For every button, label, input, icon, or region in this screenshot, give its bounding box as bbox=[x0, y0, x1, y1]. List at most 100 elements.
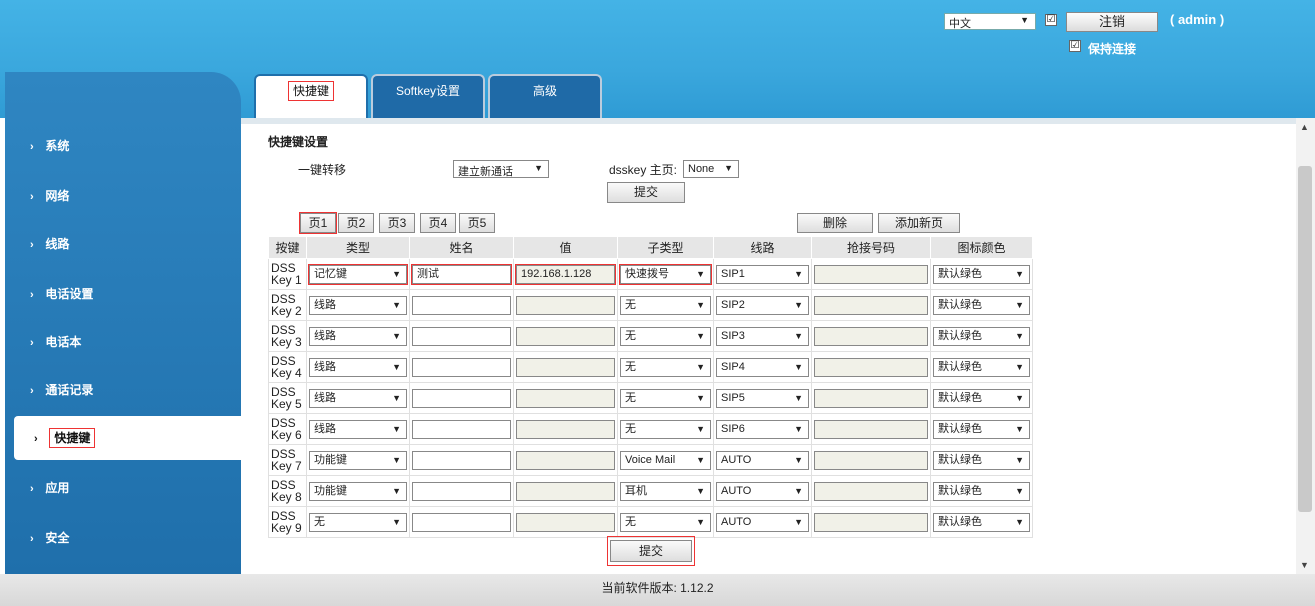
type-select[interactable]: 线路 ▼ bbox=[309, 295, 407, 315]
pickup-input[interactable] bbox=[814, 419, 928, 439]
tab-advanced[interactable]: 高级 bbox=[488, 74, 602, 118]
sidebar-item-system[interactable]: › 系统 bbox=[10, 124, 210, 168]
value-input[interactable] bbox=[516, 388, 615, 408]
type-select[interactable]: 线路 ▼ bbox=[309, 419, 407, 439]
add-page-button[interactable]: 添加新页 bbox=[878, 213, 960, 233]
pickup-input[interactable] bbox=[814, 295, 928, 315]
icon-color-select[interactable]: 默认绿色 ▼ bbox=[933, 450, 1030, 470]
sidebar-item-lines[interactable]: › 线路 bbox=[10, 222, 210, 266]
value-input[interactable] bbox=[516, 450, 615, 470]
name-input[interactable] bbox=[412, 357, 511, 377]
keep-connected-checkbox[interactable]: ☑ bbox=[1069, 40, 1081, 52]
name-input[interactable] bbox=[412, 326, 511, 346]
page-3-button[interactable]: 页3 bbox=[379, 213, 415, 233]
line-select[interactable]: SIP3 ▼ bbox=[716, 326, 809, 346]
sidebar-item-phone-settings[interactable]: › 电话设置 bbox=[10, 272, 210, 316]
sidebar-item-shortcut-keys[interactable]: › 快捷键 bbox=[14, 416, 241, 460]
scroll-down-icon[interactable]: ▼ bbox=[1300, 560, 1309, 570]
subtype-select[interactable]: 无 ▼ bbox=[620, 512, 711, 532]
icon-color-select[interactable]: 默认绿色 ▼ bbox=[933, 264, 1030, 284]
line-select[interactable]: SIP5 ▼ bbox=[716, 388, 809, 408]
tab-softkey-settings[interactable]: Softkey设置 bbox=[371, 74, 485, 118]
value-input[interactable] bbox=[516, 295, 615, 315]
pickup-input[interactable] bbox=[814, 388, 928, 408]
type-select[interactable]: 线路 ▼ bbox=[309, 388, 407, 408]
icon-color-select[interactable]: 默认绿色 ▼ bbox=[933, 388, 1030, 408]
subtype-value: Voice Mail bbox=[625, 453, 676, 466]
icon-color-select[interactable]: 默认绿色 ▼ bbox=[933, 326, 1030, 346]
subtype-select[interactable]: 无 ▼ bbox=[620, 388, 711, 408]
name-input[interactable] bbox=[412, 419, 511, 439]
page-5-button[interactable]: 页5 bbox=[459, 213, 495, 233]
subtype-select[interactable]: 无 ▼ bbox=[620, 326, 711, 346]
value-value: 192.168.1.128 bbox=[521, 267, 592, 280]
line-select[interactable]: AUTO ▼ bbox=[716, 512, 809, 532]
icon-color-select[interactable]: 默认绿色 ▼ bbox=[933, 357, 1030, 377]
scrollbar-thumb[interactable] bbox=[1298, 166, 1312, 512]
pickup-input[interactable] bbox=[814, 481, 928, 501]
subtype-cell: 无 ▼ bbox=[617, 382, 714, 414]
subtype-select[interactable]: 无 ▼ bbox=[620, 357, 711, 377]
icon-color-cell: 默认绿色 ▼ bbox=[930, 258, 1033, 290]
sidebar-item-network[interactable]: › 网络 bbox=[10, 174, 210, 218]
name-input[interactable] bbox=[412, 512, 511, 532]
name-input[interactable] bbox=[412, 481, 511, 501]
subtype-select[interactable]: Voice Mail ▼ bbox=[620, 450, 711, 470]
line-select[interactable]: SIP2 ▼ bbox=[716, 295, 809, 315]
line-cell: SIP5 ▼ bbox=[713, 382, 812, 414]
pickup-input[interactable] bbox=[814, 326, 928, 346]
icon-color-select[interactable]: 默认绿色 ▼ bbox=[933, 295, 1030, 315]
transfer-select[interactable]: 建立新通话 ▼ bbox=[453, 160, 549, 178]
icon-color-select[interactable]: 默认绿色 ▼ bbox=[933, 419, 1030, 439]
top-submit-button[interactable]: 提交 bbox=[607, 182, 685, 203]
name-input[interactable] bbox=[412, 450, 511, 470]
name-input[interactable]: 测试 bbox=[412, 264, 511, 284]
icon-color-select[interactable]: 默认绿色 ▼ bbox=[933, 512, 1030, 532]
header-checkbox[interactable]: ☑ bbox=[1045, 14, 1057, 26]
pickup-input[interactable] bbox=[814, 450, 928, 470]
dsskey-home-select[interactable]: None ▼ bbox=[683, 160, 739, 178]
type-select[interactable]: 线路 ▼ bbox=[309, 326, 407, 346]
type-select[interactable]: 功能键 ▼ bbox=[309, 450, 407, 470]
language-select[interactable]: 中文 ▼ bbox=[944, 13, 1036, 30]
value-input[interactable] bbox=[516, 419, 615, 439]
value-cell bbox=[513, 320, 618, 352]
page-2-button[interactable]: 页2 bbox=[338, 213, 374, 233]
sidebar-item-call-log[interactable]: › 通话记录 bbox=[10, 368, 210, 412]
value-input[interactable] bbox=[516, 481, 615, 501]
pickup-input[interactable] bbox=[814, 357, 928, 377]
page-1-button[interactable]: 页1 bbox=[300, 213, 336, 233]
name-input[interactable] bbox=[412, 388, 511, 408]
line-select[interactable]: AUTO ▼ bbox=[716, 481, 809, 501]
line-select[interactable]: SIP4 ▼ bbox=[716, 357, 809, 377]
line-select[interactable]: SIP1 ▼ bbox=[716, 264, 809, 284]
value-input[interactable]: 192.168.1.128 bbox=[516, 264, 615, 284]
sidebar-item-security[interactable]: › 安全 bbox=[10, 516, 210, 560]
logout-button[interactable]: 注销 bbox=[1066, 12, 1158, 32]
value-input[interactable] bbox=[516, 326, 615, 346]
page-4-button[interactable]: 页4 bbox=[420, 213, 456, 233]
sidebar-item-applications[interactable]: › 应用 bbox=[10, 466, 210, 510]
icon-color-select[interactable]: 默认绿色 ▼ bbox=[933, 481, 1030, 501]
pickup-input[interactable] bbox=[814, 264, 928, 284]
name-input[interactable] bbox=[412, 295, 511, 315]
scroll-up-icon[interactable]: ▲ bbox=[1300, 122, 1309, 132]
value-input[interactable] bbox=[516, 357, 615, 377]
type-select[interactable]: 无 ▼ bbox=[309, 512, 407, 532]
type-select[interactable]: 线路 ▼ bbox=[309, 357, 407, 377]
type-select[interactable]: 功能键 ▼ bbox=[309, 481, 407, 501]
subtype-select[interactable]: 快速拨号 ▼ bbox=[620, 264, 711, 284]
value-input[interactable] bbox=[516, 512, 615, 532]
type-select[interactable]: 记忆键 ▼ bbox=[309, 264, 407, 284]
line-select[interactable]: SIP6 ▼ bbox=[716, 419, 809, 439]
subtype-select[interactable]: 耳机 ▼ bbox=[620, 481, 711, 501]
table-row: DSS Key 5 线路 ▼ 无 ▼ SIP5 ▼ 默认绿色 ▼ bbox=[268, 382, 1033, 414]
subtype-select[interactable]: 无 ▼ bbox=[620, 419, 711, 439]
delete-page-button[interactable]: 删除 bbox=[797, 213, 873, 233]
line-select[interactable]: AUTO ▼ bbox=[716, 450, 809, 470]
tab-shortcut-keys[interactable]: 快捷键 bbox=[254, 74, 368, 118]
sidebar-item-phonebook[interactable]: › 电话本 bbox=[10, 320, 210, 364]
subtype-select[interactable]: 无 ▼ bbox=[620, 295, 711, 315]
pickup-input[interactable] bbox=[814, 512, 928, 532]
bottom-submit-button[interactable]: 提交 bbox=[610, 540, 692, 562]
